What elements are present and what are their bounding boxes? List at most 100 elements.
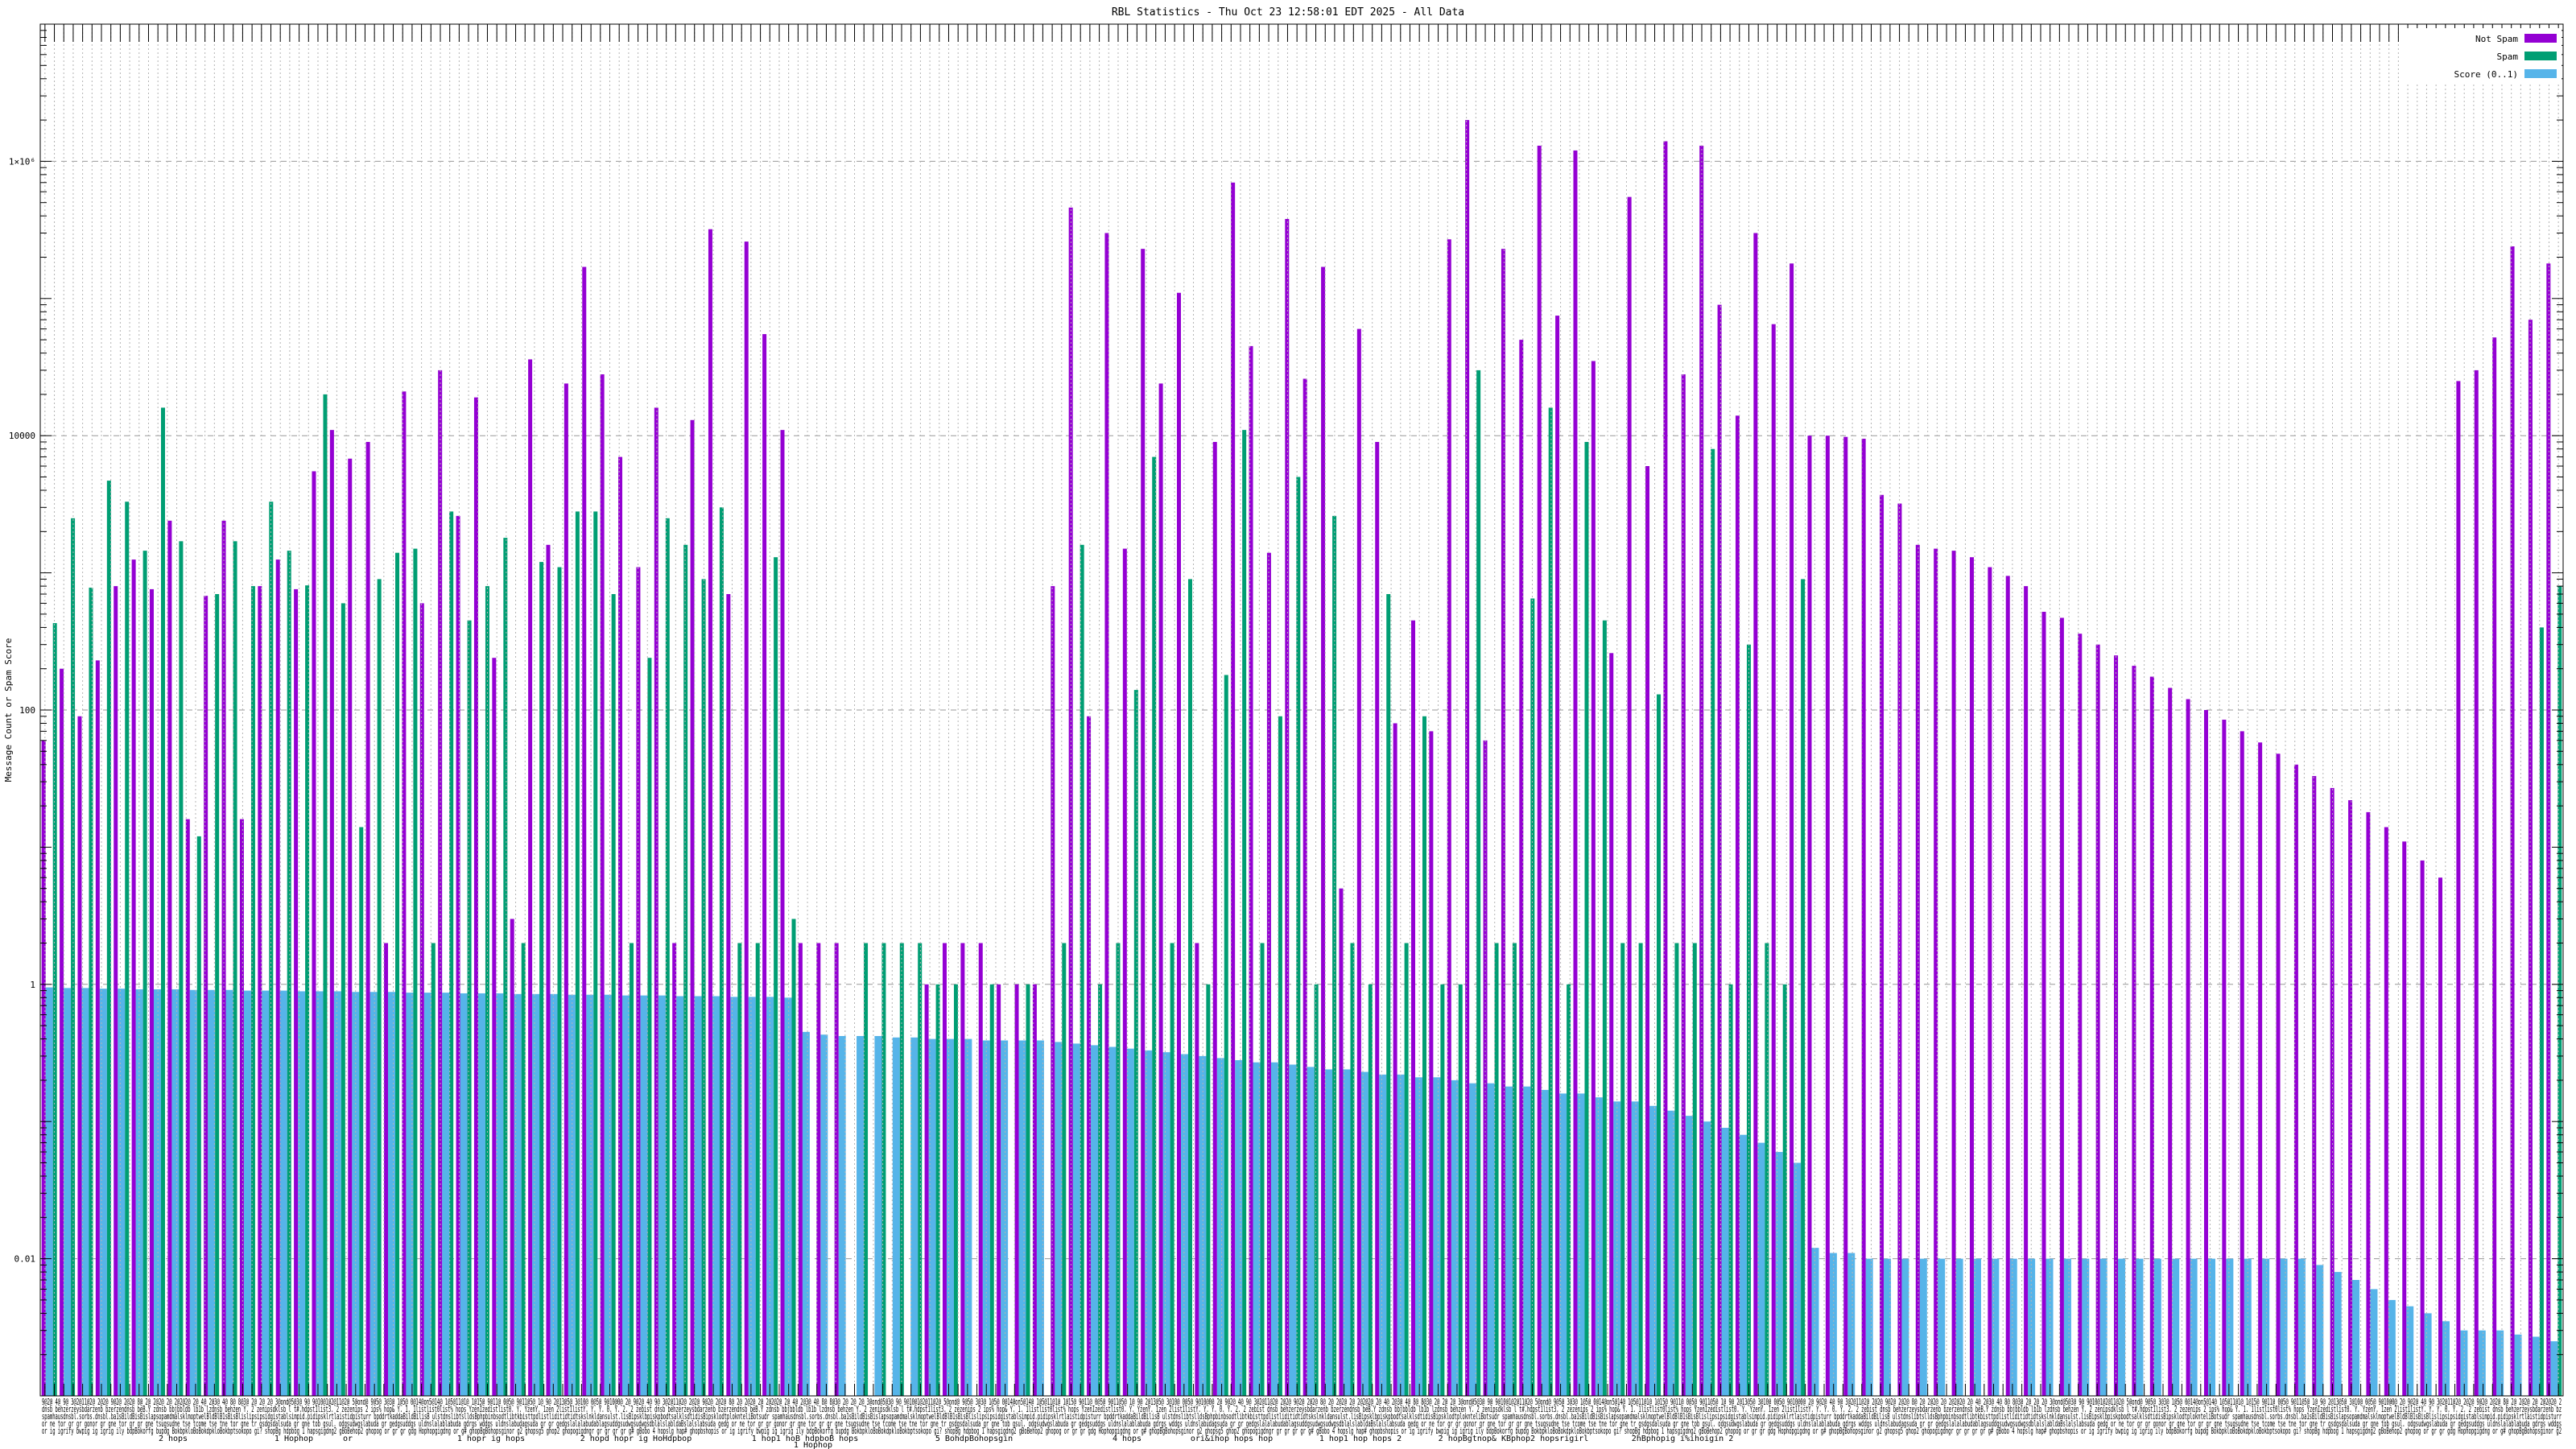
bar-score xyxy=(1722,1128,1729,1396)
bar-spam xyxy=(503,538,507,1396)
bar-not-spam xyxy=(1321,267,1325,1396)
bar-not-spam xyxy=(1591,361,1596,1396)
bar-not-spam xyxy=(2132,666,2136,1396)
bar-spam xyxy=(1405,943,1409,1396)
bar-spam xyxy=(539,562,543,1396)
bar-not-spam xyxy=(2546,263,2550,1396)
bar-not-spam xyxy=(2258,742,2262,1396)
rbl-statistics-chart: RBL Statistics - Thu Oct 23 12:58:01 EDT… xyxy=(0,0,2576,1449)
bar-score xyxy=(2046,1259,2054,1396)
bar-not-spam xyxy=(2366,812,2370,1396)
bar-score xyxy=(1542,1090,1549,1396)
bar-score xyxy=(460,993,468,1396)
bar-not-spam xyxy=(745,242,749,1396)
legend-label-not-spam: Not Spam xyxy=(2475,34,2518,44)
bar-not-spam xyxy=(1862,439,1866,1396)
bar-score xyxy=(370,992,378,1396)
bar-not-spam xyxy=(960,943,964,1396)
bar-score xyxy=(550,994,557,1396)
bar-spam xyxy=(431,943,436,1396)
bar-spam xyxy=(1783,985,1787,1396)
legend-swatch-not-spam xyxy=(2524,34,2557,43)
bar-score xyxy=(118,989,125,1396)
bar-not-spam xyxy=(799,943,803,1396)
bar-not-spam xyxy=(96,660,100,1396)
bar-not-spam xyxy=(1375,442,1379,1396)
bar-spam xyxy=(1765,943,1769,1396)
bar-not-spam xyxy=(2204,710,2208,1396)
bar-not-spam xyxy=(925,985,929,1396)
bar-score xyxy=(1686,1116,1693,1396)
y-tick-label: 1 xyxy=(30,980,35,990)
bar-score xyxy=(2388,1300,2396,1396)
bar-not-spam xyxy=(943,943,947,1396)
bar-score xyxy=(1091,1045,1098,1396)
bar-score xyxy=(1974,1259,1981,1396)
bar-score xyxy=(1271,1063,1278,1396)
bar-not-spam xyxy=(2006,576,2010,1396)
bar-spam xyxy=(1674,943,1678,1396)
bar-score xyxy=(2334,1272,2342,1396)
bar-not-spam xyxy=(150,589,154,1396)
bar-score xyxy=(983,1040,990,1396)
bar-score xyxy=(695,996,702,1396)
bar-spam xyxy=(630,943,634,1396)
bar-spam xyxy=(647,658,651,1396)
bar-score xyxy=(2028,1259,2035,1396)
legend: Not Spam Spam Score (0..1) xyxy=(2405,28,2562,85)
bar-score xyxy=(532,994,539,1396)
bar-not-spam xyxy=(330,430,334,1396)
bar-score xyxy=(1145,1051,1152,1396)
bar-score xyxy=(2136,1259,2143,1396)
bar-score xyxy=(2479,1331,2486,1396)
bar-score xyxy=(1505,1087,1513,1396)
bar-score xyxy=(2406,1307,2413,1396)
bar-not-spam xyxy=(510,919,514,1396)
bar-not-spam xyxy=(1285,219,1289,1396)
bar-score xyxy=(2100,1259,2107,1396)
x-tick-label: 1 hop1 hop hops 2 xyxy=(1319,1435,1402,1443)
bar-score xyxy=(605,995,612,1396)
bar-score xyxy=(1938,1259,1945,1396)
x-tick-label: 2 hopd hopr ig HoHdpbop xyxy=(580,1435,691,1443)
bar-not-spam xyxy=(1645,466,1649,1396)
bar-not-spam xyxy=(1826,436,1830,1396)
bar-spam xyxy=(1729,985,1733,1396)
bar-spam xyxy=(143,551,147,1396)
bar-spam xyxy=(557,568,561,1396)
bar-spam xyxy=(1242,430,1246,1396)
x-tick-label: ori&ihop hops hop xyxy=(1191,1435,1273,1443)
bar-spam xyxy=(1693,943,1697,1396)
bar-score xyxy=(785,997,792,1396)
bar-spam xyxy=(792,919,796,1396)
chart-title: RBL Statistics - Thu Oct 23 12:58:01 EDT… xyxy=(1112,6,1464,19)
bar-score xyxy=(1379,1075,1386,1396)
bar-spam xyxy=(413,549,417,1396)
bar-not-spam xyxy=(204,596,208,1396)
y-tick-label: 100 xyxy=(19,705,35,716)
bar-not-spam xyxy=(1682,374,1686,1396)
bar-score xyxy=(1001,1040,1008,1396)
bar-not-spam xyxy=(1015,985,1019,1396)
bar-spam xyxy=(1639,943,1643,1396)
bar-not-spam xyxy=(1736,415,1740,1396)
bar-score xyxy=(964,1039,972,1396)
bar-not-spam xyxy=(1609,653,1613,1396)
bar-not-spam xyxy=(564,383,568,1396)
bar-score xyxy=(1920,1259,1927,1396)
bar-spam xyxy=(918,943,922,1396)
bar-not-spam xyxy=(1429,731,1433,1396)
bar-score xyxy=(100,989,107,1396)
bar-score xyxy=(208,990,215,1396)
y-axis-label: Message Count or Spam Score xyxy=(3,638,14,782)
bar-score xyxy=(676,996,683,1396)
bar-not-spam xyxy=(1465,120,1469,1396)
bar-not-spam xyxy=(474,398,478,1396)
bar-score xyxy=(1649,1106,1657,1396)
bar-score xyxy=(1884,1259,1891,1396)
bar-score xyxy=(1037,1040,1044,1396)
bar-not-spam xyxy=(1970,557,1974,1396)
bar-not-spam xyxy=(1033,985,1037,1396)
bar-score xyxy=(1415,1077,1422,1396)
bar-not-spam xyxy=(294,589,298,1396)
